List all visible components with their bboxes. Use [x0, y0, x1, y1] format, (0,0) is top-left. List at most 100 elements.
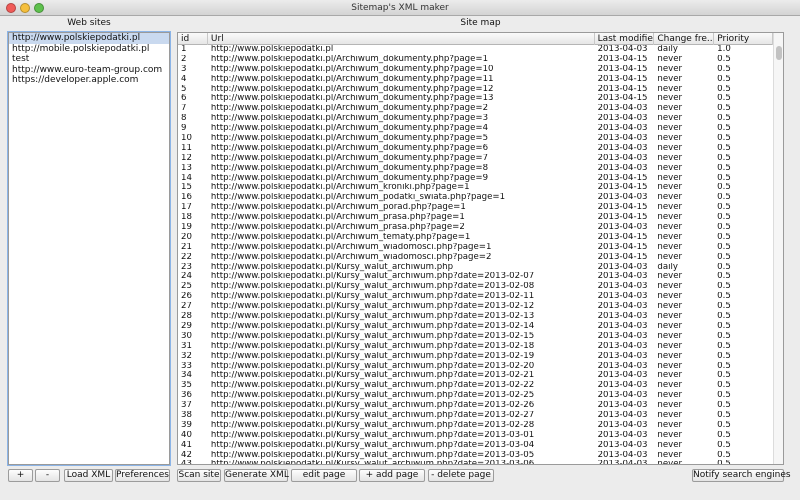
cell-change-frequency: never — [657, 193, 683, 203]
table-row[interactable]: 37 http://www.polskiepodatki.pl/Kursy_wal… — [178, 401, 773, 411]
cell-change-frequency: never — [657, 341, 683, 351]
table-row[interactable]: 20 http://www.polskiepodatki.pl/Archiwum_… — [178, 233, 773, 243]
table-row[interactable]: 19 http://www.polskiepodatki.pl/Archiwum_… — [178, 223, 773, 233]
column-header-priority[interactable]: Priority — [714, 33, 774, 45]
cell-change-frequency: never — [657, 410, 683, 420]
scrollbar-thumb[interactable] — [776, 46, 782, 60]
cell-last-modified: 2013-04-15 — [597, 232, 648, 242]
table-row[interactable]: 8 http://www.polskiepodatki.pl/Archiwum_d… — [178, 114, 773, 124]
column-header-url[interactable]: Url — [208, 33, 595, 45]
add-page-button[interactable]: + add page — [359, 469, 425, 482]
table-row[interactable]: 9 http://www.polskiepodatki.pl/Archiwum_d… — [178, 124, 773, 134]
cell-id: 38 — [181, 410, 192, 420]
table-row[interactable]: 3 http://www.polskiepodatki.pl/Archiwum_d… — [178, 65, 773, 75]
table-row[interactable]: 26 http://www.polskiepodatki.pl/Kursy_wal… — [178, 292, 773, 302]
table-row[interactable]: 1 http://www.polskiepodatki.pl 2013-04-03 d… — [178, 45, 773, 55]
remove-site-button[interactable]: - — [35, 469, 60, 482]
table-row[interactable]: 27 http://www.polskiepodatki.pl/Kursy_wal… — [178, 302, 773, 312]
table-row[interactable]: 5 http://www.polskiepodatki.pl/Archiwum_d… — [178, 85, 773, 95]
cell-priority: 0.5 — [717, 450, 731, 460]
cell-last-modified: 2013-04-03 — [597, 193, 648, 203]
cell-priority: 0.5 — [717, 163, 731, 173]
cell-url: http://www.polskiepodatki.pl/Kursy_walut… — [210, 321, 535, 331]
site-item[interactable]: http://mobile.polskiepodatki.pl — [9, 44, 169, 55]
load-xml-button[interactable]: Load XML — [64, 469, 113, 482]
table-row[interactable]: 31 http://www.polskiepodatki.pl/Kursy_wal… — [178, 342, 773, 352]
table-row[interactable]: 36 http://www.polskiepodatki.pl/Kursy_wal… — [178, 391, 773, 401]
site-item[interactable]: https://developer.apple.com — [9, 75, 169, 86]
table-row[interactable]: 25 http://www.polskiepodatki.pl/Kursy_wal… — [178, 282, 773, 292]
table-row[interactable]: 29 http://www.polskiepodatki.pl/Kursy_wal… — [178, 322, 773, 332]
table-row[interactable]: 38 http://www.polskiepodatki.pl/Kursy_wal… — [178, 411, 773, 421]
cell-url: http://www.polskiepodatki.pl/Archiwum_po… — [210, 203, 466, 213]
add-site-button[interactable]: + — [8, 469, 33, 482]
table-row[interactable]: 42 http://www.polskiepodatki.pl/Kursy_wal… — [178, 451, 773, 461]
site-item[interactable]: http://www.polskiepodatki.pl — [9, 33, 169, 44]
notify-search-engines-button[interactable]: Notify search engines — [692, 469, 791, 482]
table-row[interactable]: 2 http://www.polskiepodatki.pl/Archiwum_d… — [178, 55, 773, 65]
table-row[interactable]: 43http://www.polskiepodatki.pl/Kursy_wal… — [178, 460, 773, 464]
cell-id: 17 — [181, 203, 192, 213]
cell-id: 3 — [181, 64, 187, 74]
table-row[interactable]: 24 http://www.polskiepodatki.pl/Kursy_wal… — [178, 272, 773, 282]
table-row[interactable]: 22 http://www.polskiepodatki.pl/Archiwum_… — [178, 253, 773, 263]
cell-url: http://www.polskiepodatki.pl/Archiwum_do… — [210, 54, 489, 64]
cell-last-modified: 2013-04-03 — [597, 321, 648, 331]
cell-id: 43 — [178, 460, 208, 464]
table-row[interactable]: 7 http://www.polskiepodatki.pl/Archiwum_d… — [178, 104, 773, 114]
table-row[interactable]: 30 http://www.polskiepodatki.pl/Kursy_wal… — [178, 332, 773, 342]
table-row[interactable]: 14 http://www.polskiepodatki.pl/Archiwum_… — [178, 174, 773, 184]
site-item[interactable]: test — [9, 54, 169, 65]
cell-priority: 0.5 — [717, 153, 731, 163]
table-row[interactable]: 28 http://www.polskiepodatki.pl/Kursy_wal… — [178, 312, 773, 322]
vertical-scrollbar[interactable] — [773, 33, 783, 464]
cell-url: http://www.polskiepodatki.pl/Kursy_walut… — [210, 401, 535, 411]
cell-id: 5 — [181, 84, 187, 94]
cell-change-frequency: never — [657, 242, 683, 252]
cell-priority: 0.5 — [717, 430, 731, 440]
table-row[interactable]: 41 http://www.polskiepodatki.pl/Kursy_wal… — [178, 441, 773, 451]
table-row[interactable]: 16 http://www.polskiepodatki.pl/Archiwum_… — [178, 193, 773, 203]
generate-xml-button[interactable]: Generate XML — [224, 469, 289, 482]
cell-id: 18 — [181, 213, 192, 223]
table-row[interactable]: 11 http://www.polskiepodatki.pl/Archiwum_… — [178, 144, 773, 154]
cell-id: 27 — [181, 302, 192, 312]
cell-id: 15 — [181, 183, 192, 193]
cell-url: http://www.polskiepodatki.pl/Archiwum_kr… — [210, 183, 470, 193]
table-row[interactable]: 13 http://www.polskiepodatki.pl/Archiwum_… — [178, 164, 773, 174]
table-row[interactable]: 35 http://www.polskiepodatki.pl/Kursy_wal… — [178, 381, 773, 391]
table-row[interactable]: 10 http://www.polskiepodatki.pl/Archiwum_… — [178, 134, 773, 144]
site-map-table[interactable]: id Url Last modified Change fre... Prior… — [177, 32, 784, 465]
table-row[interactable]: 15 http://www.polskiepodatki.pl/Archiwum_… — [178, 183, 773, 193]
column-header-id[interactable]: id — [178, 33, 208, 45]
window-title: Sitemap's XML maker — [351, 3, 449, 13]
zoom-window-button[interactable] — [34, 3, 44, 13]
table-row[interactable]: 33 http://www.polskiepodatki.pl/Kursy_wal… — [178, 362, 773, 372]
site-item[interactable]: http://www.euro-team-group.com — [9, 65, 169, 76]
delete-page-button[interactable]: - delete page — [428, 469, 494, 482]
table-row[interactable]: 6 http://www.polskiepodatki.pl/Archiwum_d… — [178, 94, 773, 104]
table-row[interactable]: 21 http://www.polskiepodatki.pl/Archiwum_… — [178, 243, 773, 253]
cell-priority: 0.5 — [717, 213, 731, 223]
preferences-button[interactable]: Preferences — [115, 469, 170, 482]
close-window-button[interactable] — [6, 3, 16, 13]
table-row[interactable]: 32 http://www.polskiepodatki.pl/Kursy_wal… — [178, 352, 773, 362]
cell-change-frequency: never — [657, 223, 683, 233]
cell-url: http://www.polskiepodatki.pl/Kursy_walut… — [210, 440, 535, 450]
table-row[interactable]: 34 http://www.polskiepodatki.pl/Kursy_wal… — [178, 371, 773, 381]
minimize-window-button[interactable] — [20, 3, 30, 13]
column-header-last-modified[interactable]: Last modified — [595, 33, 655, 45]
table-row[interactable]: 12 http://www.polskiepodatki.pl/Archiwum_… — [178, 154, 773, 164]
column-header-change-frequency[interactable]: Change fre... — [654, 33, 715, 45]
cell-change-frequency: never — [657, 430, 683, 440]
table-row[interactable]: 18 http://www.polskiepodatki.pl/Archiwum_… — [178, 213, 773, 223]
table-row[interactable]: 40 http://www.polskiepodatki.pl/Kursy_wal… — [178, 431, 773, 441]
cell-last-modified: 2013-04-15 — [597, 54, 648, 64]
table-row[interactable]: 17 http://www.polskiepodatki.pl/Archiwum_… — [178, 203, 773, 213]
table-row[interactable]: 39 http://www.polskiepodatki.pl/Kursy_wal… — [178, 421, 773, 431]
table-row[interactable]: 4 http://www.polskiepodatki.pl/Archiwum_d… — [178, 75, 773, 85]
table-row[interactable]: 23 http://www.polskiepodatki.pl/Kursy_wal… — [178, 263, 773, 273]
web-sites-list[interactable]: http://www.polskiepodatki.pl http://mobi… — [8, 32, 170, 465]
scan-site-button[interactable]: Scan site — [177, 469, 221, 482]
edit-page-button[interactable]: edit page — [291, 469, 357, 482]
